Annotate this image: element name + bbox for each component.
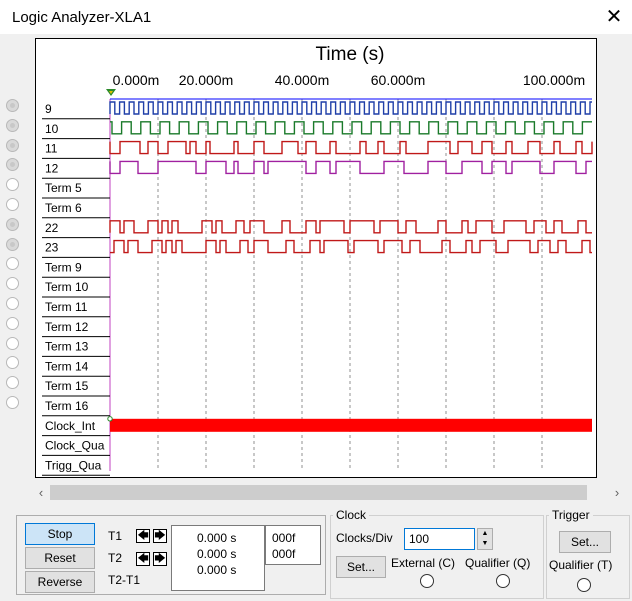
horizontal-scrollbar[interactable]: ‹ ›: [33, 484, 626, 501]
stop-button[interactable]: Stop: [25, 523, 95, 545]
channel-label: 10: [45, 122, 59, 136]
channel-select-radio[interactable]: [6, 257, 19, 270]
time-tick-label: 40.000m: [275, 72, 329, 88]
t2-right-arrow-icon[interactable]: 🡆: [153, 552, 167, 566]
channel-label: 23: [45, 241, 59, 255]
clocks-per-div-input[interactable]: 100: [404, 528, 475, 550]
t1-label: T1: [108, 529, 123, 543]
channel-select-radio[interactable]: [6, 238, 19, 251]
trigger-legend: Trigger: [549, 508, 593, 522]
waveform-display: Time (s) 0.000m 20.000m 40.000m 60.000m 100.0…: [35, 38, 597, 478]
time-readout-box: 0.000 s 0.000 s 0.000 s: [171, 525, 265, 591]
t1-time-value: 0.000 s: [197, 531, 237, 545]
t2-left-arrow-icon[interactable]: 🡄: [136, 552, 150, 566]
channel-label: Term 13: [45, 340, 89, 354]
reset-button[interactable]: Reset: [25, 547, 95, 569]
scroll-right-icon[interactable]: ›: [609, 484, 625, 501]
t1-left-arrow-icon[interactable]: 🡄: [136, 529, 150, 543]
channel-label: Term 12: [45, 320, 89, 334]
channel-waveform: [110, 121, 592, 135]
channel-label: Clock_Int: [45, 419, 96, 433]
channel-label: Trigg_Qua: [45, 458, 102, 472]
scroll-thumb[interactable]: [50, 485, 587, 500]
channel-waveform: [109, 101, 592, 115]
t1-hex-value: 000f: [272, 531, 296, 545]
channel-label: 9: [45, 102, 52, 116]
clock-set-button[interactable]: Set...: [336, 556, 386, 578]
time-tick-label: 100.000m: [523, 72, 585, 88]
close-icon[interactable]: ✕: [600, 4, 628, 30]
clock-start-marker: [107, 416, 113, 422]
hex-readout-box: 000f 000f: [265, 525, 321, 565]
channel-select-radio[interactable]: [6, 356, 19, 369]
channel-label: Term 15: [45, 379, 89, 393]
channel-select-radio[interactable]: [6, 277, 19, 290]
external-clock-label: External (C): [391, 556, 456, 570]
time-tick-label: 60.000m: [371, 72, 425, 88]
reverse-button[interactable]: Reverse: [25, 571, 95, 593]
channel-label: 12: [45, 161, 59, 175]
clock-legend: Clock: [333, 508, 370, 522]
title-bar: Logic Analyzer-XLA1 ✕: [0, 0, 632, 34]
channel-waveform: [109, 140, 593, 155]
time-tick-label: 20.000m: [179, 72, 233, 88]
clock-qualifier-radio[interactable]: [496, 574, 510, 588]
external-clock-radio[interactable]: [420, 574, 434, 588]
channel-label: Term 10: [45, 280, 89, 294]
channel-select-radio[interactable]: [6, 376, 19, 389]
channel-select-radio[interactable]: [6, 297, 19, 310]
channel-label: 11: [45, 142, 58, 156]
clock-qualifier-label: Qualifier (Q): [465, 556, 531, 570]
t2-t1-time-value: 0.000 s: [197, 563, 237, 577]
channel-label: Term 16: [45, 399, 89, 413]
channel-select-radio[interactable]: [6, 139, 19, 152]
channel-label: Term 11: [45, 300, 88, 314]
waveform-plot: Time (s) 0.000m 20.000m 40.000m 60.000m 100.0…: [42, 44, 593, 476]
channel-label: Term 5: [45, 181, 82, 195]
channel-select-radio[interactable]: [6, 178, 19, 191]
clocks-per-div-spinner[interactable]: ▲ ▼: [477, 528, 493, 550]
channel-select-radio[interactable]: [6, 317, 19, 330]
channel-select-radio[interactable]: [6, 158, 19, 171]
channel-waveform: [109, 160, 592, 175]
time-tick-label: 0.000m: [113, 72, 160, 88]
channel-select-radio[interactable]: [6, 119, 19, 132]
channel-label: Term 9: [45, 260, 82, 274]
clock-int-signal: [110, 418, 592, 432]
channel-waveform: [109, 220, 592, 234]
spin-up-icon[interactable]: ▲: [478, 529, 492, 539]
channel-waveform: [110, 239, 592, 254]
t2-label: T2: [108, 551, 123, 565]
scroll-left-icon[interactable]: ‹: [33, 484, 49, 501]
channel-label: Term 6: [45, 201, 82, 215]
t1-right-arrow-icon[interactable]: 🡆: [153, 529, 167, 543]
spin-down-icon[interactable]: ▼: [478, 539, 492, 549]
trigger-set-button[interactable]: Set...: [559, 531, 611, 553]
t2-hex-value: 000f: [272, 547, 296, 561]
channel-select-radio[interactable]: [6, 337, 19, 350]
clocks-per-div-label: Clocks/Div: [336, 531, 393, 545]
channel-label: 22: [45, 221, 59, 235]
run-controls-panel: Stop Reset Reverse T1 T2 T2-T1 🡄 🡆 🡄 🡆 0…: [16, 515, 326, 595]
window-title: Logic Analyzer-XLA1: [12, 9, 152, 26]
t2-t1-label: T2-T1: [108, 573, 141, 587]
logic-analyzer-window: Logic Analyzer-XLA1 ✕ Time (s) 0.000m 20.0…: [0, 0, 632, 601]
channel-label: Clock_Qua: [45, 439, 105, 453]
channel-select-radio[interactable]: [6, 396, 19, 409]
trigger-qualifier-radio[interactable]: [577, 578, 591, 592]
channel-select-radio[interactable]: [6, 218, 19, 231]
channel-label: Term 14: [45, 359, 89, 373]
plot-title: Time (s): [316, 44, 385, 65]
channel-select-radio[interactable]: [6, 99, 19, 112]
trigger-qualifier-label: Qualifier (T): [549, 558, 613, 572]
t2-time-value: 0.000 s: [197, 547, 237, 561]
channel-select-radio[interactable]: [6, 198, 19, 211]
